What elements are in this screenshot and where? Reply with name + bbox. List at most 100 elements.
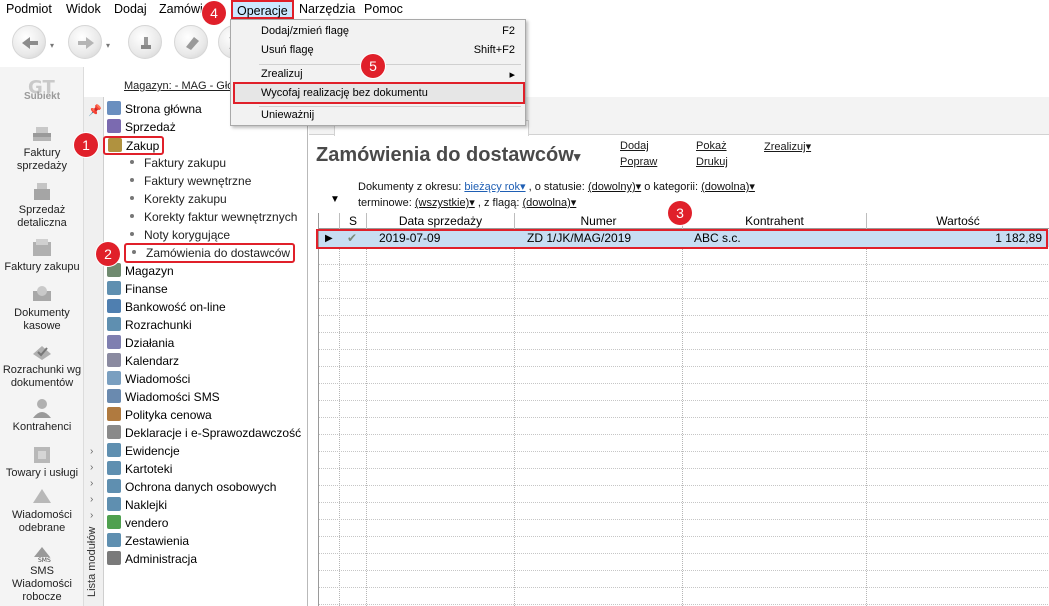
tree-item-zestawienia[interactable]: Zestawienia — [107, 532, 189, 550]
tree-sub-faktury-zakupu[interactable]: Faktury zakupu — [130, 154, 226, 172]
period-dropdown[interactable]: bieżący rok▾ — [464, 181, 525, 193]
header-wartosc[interactable]: Wartość — [867, 213, 1049, 229]
shortcut-wiadomosci-odebrane[interactable]: Wiadomości odebrane — [0, 485, 84, 535]
tree-item-sprzedaz[interactable]: Sprzedaż — [107, 118, 176, 136]
tree-label: Naklejki — [125, 498, 168, 512]
menu-item-uniewaznij[interactable]: Unieważnij — [261, 109, 314, 121]
shortcut-label: Wiadomości odebrane — [12, 509, 72, 534]
tree-item-dzialania[interactable]: Działania — [107, 334, 174, 352]
popraw-link[interactable]: Popraw — [620, 156, 657, 168]
flag-dropdown[interactable]: (dowolna)▾ — [522, 197, 576, 209]
tree-item-polityka-cenowa[interactable]: Polityka cenowa — [107, 406, 212, 424]
stamp-button[interactable] — [128, 25, 162, 59]
tree-item-administracja[interactable]: Administracja — [107, 550, 197, 568]
dodaj-link[interactable]: Dodaj — [620, 140, 649, 152]
tree-item-kartoteki[interactable]: Kartoteki — [107, 460, 172, 478]
orders-grid: S Data sprzedaży Numer Kontrahent Wartoś… — [318, 213, 1049, 606]
tree-item-naklejki[interactable]: Naklejki — [107, 496, 167, 514]
shortcut-faktury-sprzedazy[interactable]: Faktury sprzedaży — [0, 123, 84, 173]
tree-item-kalendarz[interactable]: Kalendarz — [107, 352, 179, 370]
back-button[interactable] — [12, 25, 46, 59]
chevron-right-icon[interactable]: › — [90, 446, 93, 457]
menu-podmiot[interactable]: Podmiot — [6, 2, 52, 16]
menu-widok[interactable]: Widok — [66, 2, 101, 16]
menu-pomoc[interactable]: Pomoc — [364, 2, 403, 16]
menu-item-zrealizuj[interactable]: Zrealizuj — [261, 68, 303, 80]
tree-label: Ochrona danych osobowych — [125, 480, 277, 494]
tree-item-bankowosc[interactable]: Bankowość on-line — [107, 298, 226, 316]
tree-item-magazyn[interactable]: Magazyn — [107, 262, 174, 280]
settlements-icon — [107, 317, 121, 331]
header-status[interactable]: S — [340, 213, 367, 229]
shortcut-sprzedaz-detaliczna[interactable]: Sprzedaż detaliczna — [0, 180, 84, 230]
pokaz-link[interactable]: Pokaż — [696, 140, 727, 152]
tree-item-wiadomosci[interactable]: Wiadomości — [107, 370, 190, 388]
shortcut-sms[interactable]: SMS SMS Wiadomości robocze — [0, 541, 84, 604]
tree-label: Finanse — [125, 282, 168, 296]
shortcut-towary-i-uslugi[interactable]: Towary i usługi — [0, 443, 84, 480]
forward-button[interactable] — [68, 25, 102, 59]
tree-sub-noty-korygujace[interactable]: Noty korygujące — [130, 226, 230, 244]
tree-item-deklaracje[interactable]: Deklaracje i e-Sprawozdawczość — [107, 424, 301, 442]
module-list-strip[interactable]: Lista modułów — [84, 97, 104, 606]
shortcut-shift-f2: Shift+F2 — [473, 44, 515, 56]
tree-item-zakup[interactable]: Zakup — [103, 136, 165, 155]
tree-label: Rozrachunki — [125, 318, 192, 332]
tree-sub-label: Faktury wewnętrzne — [144, 174, 252, 188]
tree-item-ewidencje[interactable]: Ewidencje — [107, 442, 180, 460]
tree-item-finanse[interactable]: Finanse — [107, 280, 168, 298]
warehouse-selector[interactable]: Magazyn: - MAG - Głó — [124, 80, 233, 92]
tree-sub-faktury-wewnetrzne[interactable]: Faktury wewnętrzne — [130, 172, 251, 190]
header-numer[interactable]: Numer — [515, 213, 683, 229]
shortcut-label: Faktury sprzedaży — [16, 147, 68, 172]
chevron-right-icon[interactable]: › — [90, 526, 93, 537]
grid-line — [319, 536, 1049, 537]
tree-item-vendero[interactable]: vendero — [107, 514, 168, 532]
menu-separator — [259, 64, 521, 65]
menu-operacje[interactable]: Operacje — [231, 0, 294, 19]
status-dropdown[interactable]: (dowolny)▾ — [588, 181, 641, 193]
shortcut-rozrachunki[interactable]: Rozrachunki wg dokumentów — [0, 340, 84, 390]
tree-item-ochrona-danych[interactable]: Ochrona danych osobowych — [107, 478, 276, 496]
back-dropdown-icon[interactable]: ▾ — [50, 41, 54, 50]
grid-line — [319, 553, 1049, 554]
chevron-right-icon[interactable]: › — [90, 478, 93, 489]
grid-line — [319, 451, 1049, 452]
drukuj-link[interactable]: Drukuj — [696, 156, 728, 168]
sms-icon: SMS — [34, 547, 51, 563]
shortcut-kontrahenci[interactable]: Kontrahenci — [0, 397, 84, 434]
term-dropdown[interactable]: (wszystkie)▾ — [415, 197, 475, 209]
eraser-icon — [186, 37, 199, 50]
home-icon — [107, 101, 121, 115]
grid-line — [319, 332, 1049, 333]
tree-sub-korekty-faktur[interactable]: Korekty faktur wewnętrznych — [130, 208, 297, 226]
tree-sub-zamowienia-do-dostawcow[interactable]: Zamówienia do dostawców — [124, 243, 296, 263]
title-dropdown-icon[interactable]: ▾ — [574, 149, 581, 164]
shortcut-faktury-zakupu[interactable]: Faktury zakupu — [0, 237, 84, 274]
bullet-icon — [130, 178, 134, 182]
menu-narzedzia[interactable]: Narzędzia — [299, 2, 355, 16]
menu-item-dodaj-flage[interactable]: Dodaj/zmień flagę — [261, 25, 349, 37]
tree-item-rozrachunki[interactable]: Rozrachunki — [107, 316, 192, 334]
chevron-right-icon[interactable]: › — [90, 494, 93, 505]
tree-label: Bankowość on-line — [125, 300, 226, 314]
chevron-right-icon[interactable]: › — [90, 510, 93, 521]
shortcut-dokumenty-kasowe[interactable]: Dokumenty kasowe — [0, 283, 84, 333]
menu-item-usun-flage[interactable]: Usuń flagę — [261, 44, 314, 56]
tree-sub-korekty-zakupu[interactable]: Korekty zakupu — [130, 190, 227, 208]
eraser-button[interactable] — [174, 25, 208, 59]
menu-item-wycofaj-realizacje[interactable]: Wycofaj realizację bez dokumentu — [261, 87, 428, 99]
header-kontrahent[interactable]: Kontrahent — [683, 213, 867, 229]
header-data-sprzedazy[interactable]: Data sprzedaży — [367, 213, 515, 229]
zrealizuj-link[interactable]: Zrealizuj▾ — [764, 140, 811, 153]
grid-options-icon[interactable]: ▼ — [330, 194, 340, 205]
tree-item-wiadomosci-sms[interactable]: Wiadomości SMS — [107, 388, 220, 406]
menu-dodaj[interactable]: Dodaj — [114, 2, 147, 16]
forward-dropdown-icon[interactable]: ▾ — [106, 41, 110, 50]
tree-item-strona-glowna[interactable]: Strona główna — [107, 100, 202, 118]
pin-icon[interactable]: 📌 — [88, 104, 102, 117]
chevron-right-icon[interactable]: › — [90, 462, 93, 473]
data-protection-icon — [107, 479, 121, 493]
category-dropdown[interactable]: (dowolna)▾ — [701, 181, 755, 193]
tree-label: Deklaracje i e-Sprawozdawczość — [125, 426, 302, 440]
